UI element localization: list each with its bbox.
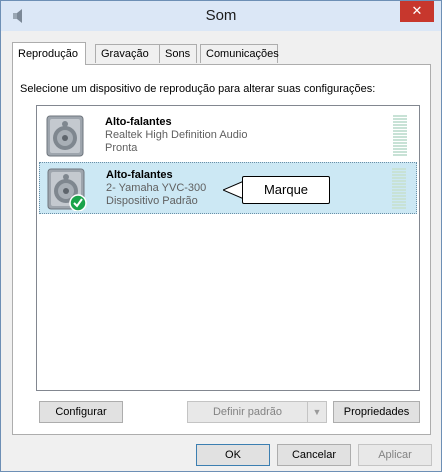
- level-meter: [392, 168, 406, 210]
- tab-comunicacoes[interactable]: Comunicações: [200, 44, 279, 63]
- ok-button[interactable]: OK: [196, 444, 270, 466]
- device-name: Alto-falantes: [106, 169, 173, 181]
- speaker-icon: [46, 115, 84, 157]
- configure-button[interactable]: Configurar: [39, 401, 123, 423]
- device-item-realtek[interactable]: Alto-falantes Realtek High Definition Au…: [39, 110, 417, 162]
- device-status: Dispositivo Padrão: [106, 195, 198, 207]
- apply-button[interactable]: Aplicar: [358, 444, 432, 466]
- device-status: Pronta: [105, 142, 138, 154]
- title-bar[interactable]: Som ✕: [1, 1, 441, 31]
- annotation-callout: Marque: [242, 176, 330, 204]
- device-name: Alto-falantes: [105, 116, 172, 128]
- instruction-text: Selecione um dispositivo de reprodução p…: [20, 83, 376, 95]
- window-title: Som: [205, 7, 237, 24]
- set-default-button[interactable]: Definir padrão: [187, 401, 308, 423]
- set-default-dropdown[interactable]: ▼: [307, 401, 327, 423]
- tab-sons[interactable]: Sons: [159, 44, 197, 63]
- device-driver: 2- Yamaha YVC-300: [106, 182, 207, 194]
- level-meter: [393, 115, 407, 157]
- tab-gravacao[interactable]: Gravação: [95, 44, 161, 63]
- device-driver: Realtek High Definition Audio: [105, 129, 248, 141]
- properties-button[interactable]: Propriedades: [333, 401, 420, 423]
- tab-reproducao[interactable]: Reprodução: [12, 42, 86, 65]
- device-list[interactable]: Alto-falantes Realtek High Definition Au…: [36, 105, 420, 391]
- sound-dialog: Som ✕ Reprodução Gravação Sons Comunicaç…: [0, 0, 442, 472]
- speaker-icon: [47, 168, 87, 211]
- cancel-button[interactable]: Cancelar: [277, 444, 351, 466]
- check-icon: [69, 194, 87, 211]
- close-button[interactable]: ✕: [400, 1, 434, 22]
